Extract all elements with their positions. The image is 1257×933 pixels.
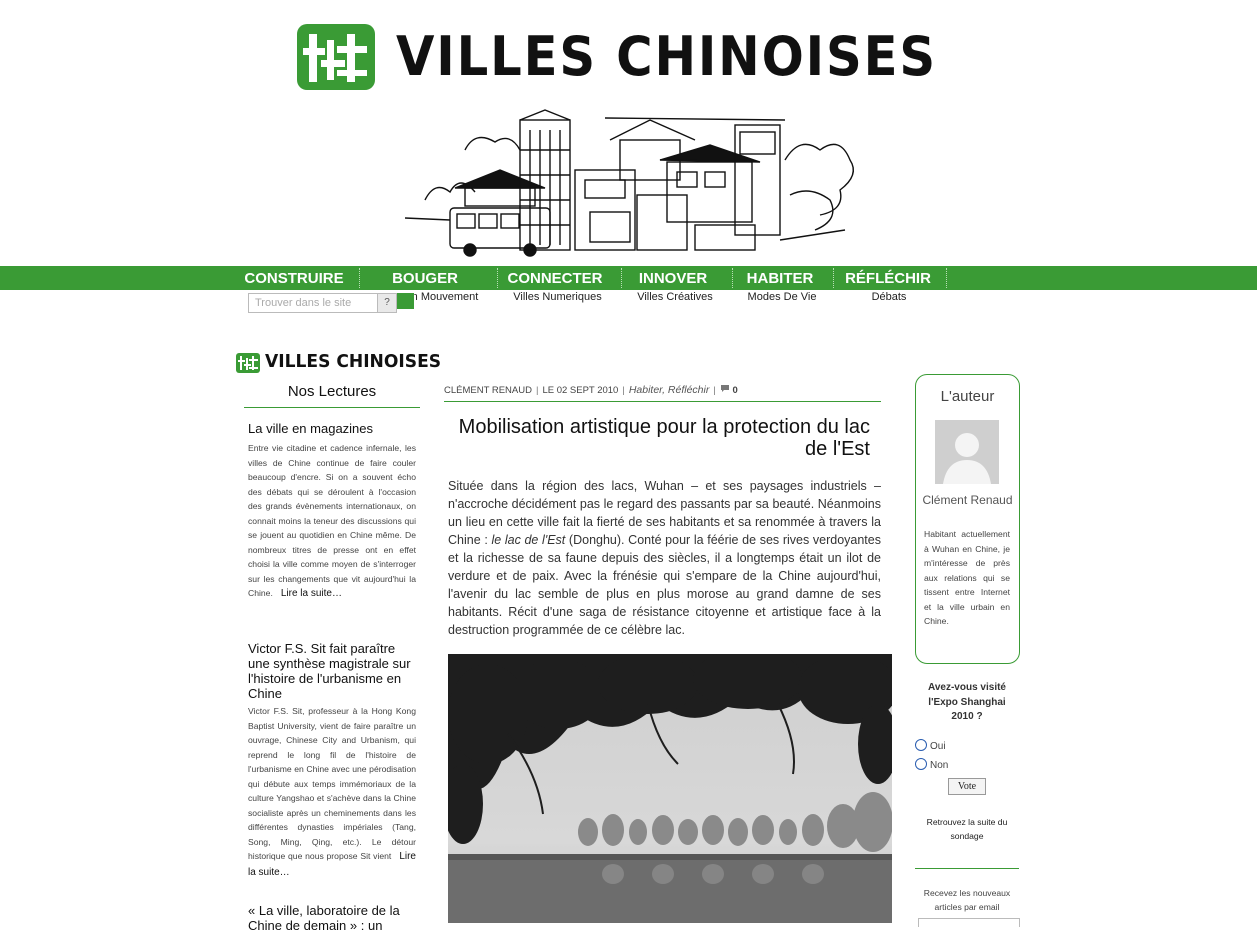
vote-button[interactable]: Vote (948, 778, 986, 795)
poll-option-non[interactable]: Non (915, 758, 948, 771)
nav-separator (732, 268, 733, 288)
avatar[interactable] (935, 420, 999, 484)
sidebar-logo-icon (236, 353, 260, 373)
article-categories[interactable]: Habiter, Réfléchir (629, 384, 710, 396)
nav-separator (833, 268, 834, 288)
poll-results-link[interactable]: Retrouvez la suite du sondage (918, 815, 1016, 843)
article-body-text: (Donghu). Conté pour la féérie de ses ri… (448, 533, 881, 637)
search-decor (397, 293, 414, 309)
site-title[interactable]: VILLES CHINOISES (396, 24, 937, 90)
lecture-title[interactable]: « La ville, laboratoire de la Chine de d… (248, 903, 420, 933)
nav-separator (359, 268, 360, 288)
article-photo[interactable] (448, 654, 892, 923)
article-body-italic: le lac de l'Est (491, 533, 566, 547)
divider (915, 868, 1019, 869)
lectures-section-title: Nos Lectures (287, 383, 377, 400)
nav-separator (497, 268, 498, 288)
radio-button[interactable] (915, 758, 927, 770)
nav-reflechir[interactable]: RÉFLÉCHIR (845, 266, 931, 290)
main-nav: CONSTRUIRE BOUGER CONNECTER INNOVER HABI… (0, 266, 1257, 290)
lecture-excerpt-text: Victor F.S. Sit, professeur à la Hong Ko… (248, 706, 416, 861)
nav-sub-habiter[interactable]: Modes De Vie (740, 291, 824, 303)
article-title[interactable]: Mobilisation artistique pour la protecti… (448, 416, 870, 460)
poll-option-oui[interactable]: Oui (915, 739, 946, 752)
site-logo-icon[interactable] (297, 24, 375, 90)
author-bio: Habitant actuellement à Wuhan en Chine, … (924, 529, 1010, 626)
read-more-link[interactable]: Lire la suite… (281, 588, 342, 599)
lecture-excerpt: Victor F.S. Sit, professeur à la Hong Ko… (248, 704, 416, 880)
nav-sub-connecter[interactable]: Villes Numeriques (505, 291, 610, 303)
author-box-title: L'auteur (940, 388, 995, 405)
author-name[interactable]: Clément Renaud (915, 493, 1020, 508)
search-button[interactable]: ? (377, 293, 397, 313)
lecture-excerpt: Entre vie citadine et cadence infernale,… (248, 441, 416, 602)
nav-bouger[interactable]: BOUGER (380, 266, 470, 290)
nav-innover[interactable]: INNOVER (632, 266, 714, 290)
lecture-title[interactable]: La ville en magazines (248, 421, 420, 436)
nav-sub-reflechir[interactable]: Débats (850, 291, 928, 303)
nav-separator (621, 268, 622, 288)
comment-icon[interactable] (720, 385, 730, 396)
city-sketch-illustration (404, 100, 865, 260)
nav-habiter[interactable]: HABITER (742, 266, 818, 290)
nav-sub-innover[interactable]: Villes Créatives (630, 291, 720, 303)
radio-button[interactable] (915, 739, 927, 751)
poll-option-label: Oui (930, 741, 946, 752)
divider (244, 407, 420, 408)
search-input[interactable]: Trouver dans le site (248, 293, 382, 313)
divider (444, 401, 881, 402)
lecture-excerpt-text: Entre vie citadine et cadence infernale,… (248, 443, 416, 598)
comment-count[interactable]: 0 (732, 385, 737, 396)
nav-construire[interactable]: CONSTRUIRE (244, 266, 344, 290)
sidebar-logo-text: VILLES CHINOISES (265, 351, 442, 372)
newsletter-text: Recevez les nouveaux articles par email (923, 888, 1011, 912)
nav-separator (946, 268, 947, 288)
poll-option-label: Non (930, 760, 949, 771)
article-date: LE 02 SEPT 2010 (542, 385, 619, 396)
article-author[interactable]: CLÉMENT RENAUD (444, 385, 532, 396)
article-meta: CLÉMENT RENAUD | LE 02 SEPT 2010 | Habiter, … (444, 384, 738, 396)
poll-question: Avez-vous visité l'Expo Shanghai 2010 ? (928, 682, 1006, 722)
nav-connecter[interactable]: CONNECTER (505, 266, 605, 290)
article-body: Située dans la région des lacs, Wuhan – … (448, 477, 881, 639)
lecture-title[interactable]: Victor F.S. Sit fait paraître une synthè… (248, 641, 420, 701)
